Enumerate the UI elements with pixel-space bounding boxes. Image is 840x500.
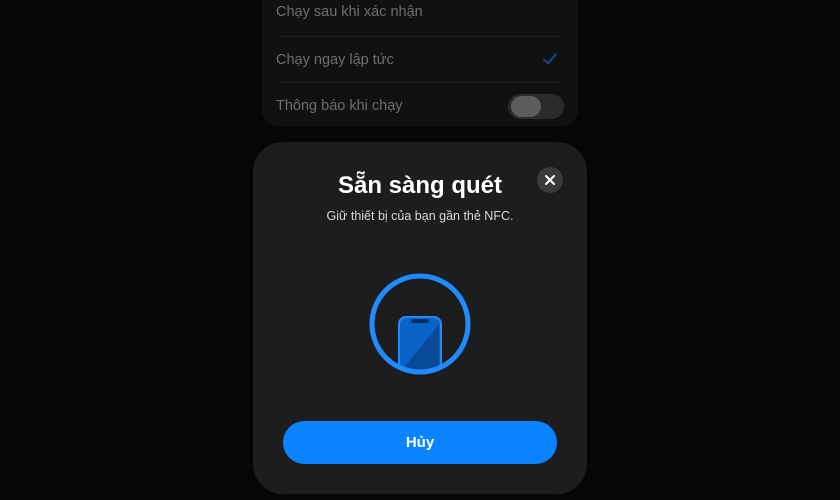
- sheet-title: Sẵn sàng quét: [337, 172, 503, 199]
- settings-card: Chạy sau khi xác nhận Chạy ngay lập tức …: [262, 0, 578, 126]
- setting-label: Chạy sau khi xác nhận: [276, 4, 423, 20]
- toggle-knob: [511, 96, 541, 117]
- nfc-scan-sheet: Sẵn sàng quét Giữ thiết bị của bạn gần t…: [253, 142, 587, 494]
- setting-run-after-confirm[interactable]: Chạy sau khi xác nhận: [276, 0, 564, 35]
- notify-toggle[interactable]: [508, 94, 564, 119]
- sheet-subtitle: Giữ thiết bị của bạn gần thẻ NFC.: [326, 209, 514, 223]
- nfc-phone-graphic: [369, 273, 471, 375]
- checkmark-icon: [543, 53, 557, 65]
- setting-label: Thông báo khi chạy: [276, 98, 403, 114]
- cancel-button[interactable]: Hủy: [283, 421, 557, 464]
- setting-notify-when-running: Thông báo khi chạy: [276, 82, 564, 129]
- setting-label: Chạy ngay lập tức: [276, 52, 394, 68]
- setting-run-immediately[interactable]: Chạy ngay lập tức: [276, 36, 564, 83]
